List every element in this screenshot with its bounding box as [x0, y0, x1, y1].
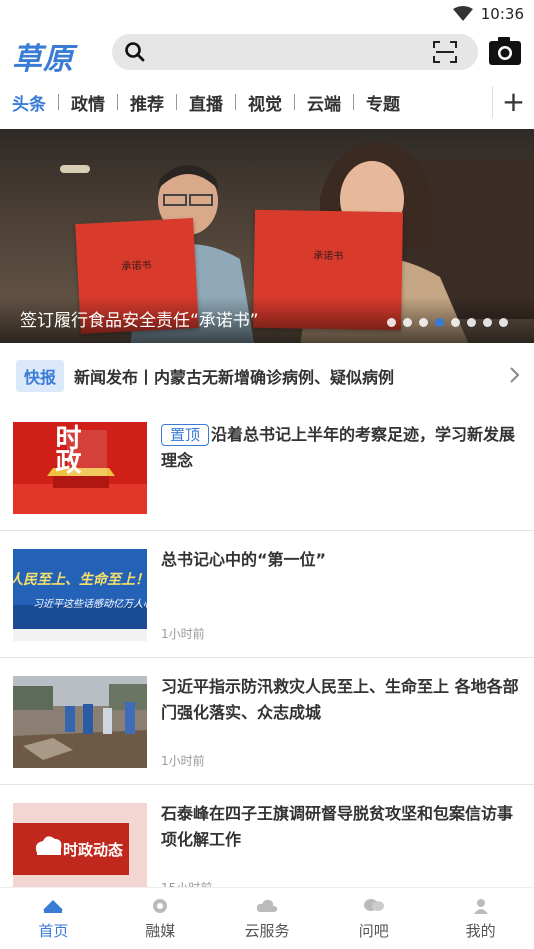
news-time: 1小时前 — [161, 754, 205, 768]
tab-divider — [176, 94, 177, 110]
news-thumbnail — [13, 676, 147, 768]
news-thumbnail: 人民至上、生命至上！ 习近平这些话感动亿万人心 — [13, 549, 147, 641]
carousel-dot[interactable] — [387, 318, 396, 327]
tab-divider — [353, 94, 354, 110]
header: 草原 — [0, 30, 534, 78]
banner-caption[interactable]: 签订履行食品安全责任“承诺书” — [20, 306, 259, 331]
chat-icon — [363, 899, 384, 911]
carousel-indicator — [387, 318, 508, 327]
tab-politics[interactable]: 政情 — [71, 90, 105, 115]
home-icon — [43, 900, 64, 913]
news-item[interactable]: 人民至上、生命至上！ 习近平这些话感动亿万人心 总书记心中的“第一位” 1小时前 — [0, 531, 534, 657]
nav-home[interactable]: 首页 — [0, 888, 107, 949]
flood-relief-photo — [13, 676, 147, 768]
tab-recommend[interactable]: 推荐 — [130, 90, 164, 115]
tab-special[interactable]: 专题 — [366, 90, 400, 115]
thumbnail-text: 时政 — [51, 424, 81, 472]
nav-media[interactable]: 融媒 — [107, 888, 214, 949]
nav-label: 问吧 — [358, 922, 389, 940]
wifi-icon — [452, 6, 473, 21]
nav-label: 首页 — [38, 922, 69, 940]
news-item[interactable]: 时政动态 石泰峰在四子王旗调研督导脱贫攻坚和包案信访事项化解工作 15小时前 — [0, 785, 534, 887]
carousel-dot[interactable] — [419, 318, 428, 327]
tab-live[interactable]: 直播 — [189, 90, 223, 115]
tab-visual[interactable]: 视觉 — [248, 90, 282, 115]
document-title: 承诺书 — [313, 250, 344, 263]
thumbnail-text: 人民至上、生命至上！ — [13, 572, 147, 588]
news-title[interactable]: 习近平指示防汛救灾人民至上、生命至上 各地各部门强化落实、众志成城 — [161, 674, 520, 726]
tab-divider — [58, 94, 59, 110]
tab-headline[interactable]: 头条 — [12, 90, 46, 115]
carousel-dot[interactable] — [403, 318, 412, 327]
status-bar: 10:36 — [0, 0, 534, 28]
carousel-dot-active[interactable] — [435, 318, 444, 327]
nav-label: 融媒 — [145, 922, 176, 940]
plus-icon: + — [501, 85, 526, 118]
cloud-icon — [256, 899, 278, 912]
carousel-dot[interactable] — [499, 318, 508, 327]
nav-profile[interactable]: 我的 — [427, 888, 534, 949]
news-title[interactable]: 总书记心中的“第一位” — [161, 547, 520, 573]
thumbnail-subtext: 习近平这些话感动亿万人心 — [33, 599, 147, 610]
flash-text[interactable]: 新闻发布丨内蒙古无新增确诊病例、疑似病例 — [74, 364, 394, 388]
media-icon — [153, 899, 168, 913]
banner-carousel[interactable]: 承诺书 承诺书 签订履行食品安全责任“承诺书” — [0, 129, 534, 343]
search-icon — [125, 42, 145, 62]
news-item[interactable]: 习近平指示防汛救灾人民至上、生命至上 各地各部门强化落实、众志成城 1小时前 — [0, 658, 534, 784]
tab-cloud[interactable]: 云端 — [307, 90, 341, 115]
nav-label: 云服务 — [244, 922, 290, 940]
tab-divider — [294, 94, 295, 110]
carousel-dot[interactable] — [451, 318, 460, 327]
camera-icon[interactable] — [488, 36, 522, 66]
chevron-right-icon — [510, 367, 520, 383]
tab-divider — [117, 94, 118, 110]
news-time: 15小时前 — [161, 879, 212, 887]
add-channel-button[interactable]: + — [492, 86, 534, 118]
channel-tabs: 头条 政情 推荐 直播 视觉 云端 专题 + — [0, 86, 534, 118]
nav-ask[interactable]: 问吧 — [320, 888, 427, 949]
news-thumbnail: 时政动态 — [13, 803, 147, 887]
search-bar[interactable] — [112, 34, 478, 70]
user-icon — [473, 899, 488, 914]
news-title[interactable]: 置顶 沿着总书记上半年的考察足迹，学习新发展理念 — [161, 422, 520, 474]
tab-divider — [235, 94, 236, 110]
carousel-dot[interactable] — [483, 318, 492, 327]
bottom-navigation: 首页 融媒 云服务 问吧 我的 — [0, 887, 534, 949]
scan-icon[interactable] — [432, 40, 458, 64]
pinned-badge: 置顶 — [161, 424, 210, 446]
news-thumbnail: 时政 — [13, 422, 147, 514]
document-title: 承诺书 — [121, 260, 152, 273]
carousel-dot[interactable] — [467, 318, 476, 327]
news-title-text: 沿着总书记上半年的考察足迹，学习新发展理念 — [161, 425, 516, 470]
app-logo[interactable]: 草原 — [12, 34, 74, 78]
nav-cloud-service[interactable]: 云服务 — [214, 888, 321, 949]
news-item[interactable]: 时政 置顶 沿着总书记上半年的考察足迹，学习新发展理念 — [0, 408, 534, 530]
thumbnail-text: 时政动态 — [63, 841, 124, 859]
status-time: 10:36 — [480, 5, 524, 23]
news-time: 1小时前 — [161, 627, 205, 641]
news-title[interactable]: 石泰峰在四子王旗调研督导脱贫攻坚和包案信访事项化解工作 — [161, 801, 520, 853]
banner-light — [60, 165, 90, 173]
news-flash-bar[interactable]: 快报 新闻发布丨内蒙古无新增确诊病例、疑似病例 — [0, 358, 534, 394]
nav-label: 我的 — [465, 922, 496, 940]
flash-badge: 快报 — [16, 360, 65, 392]
